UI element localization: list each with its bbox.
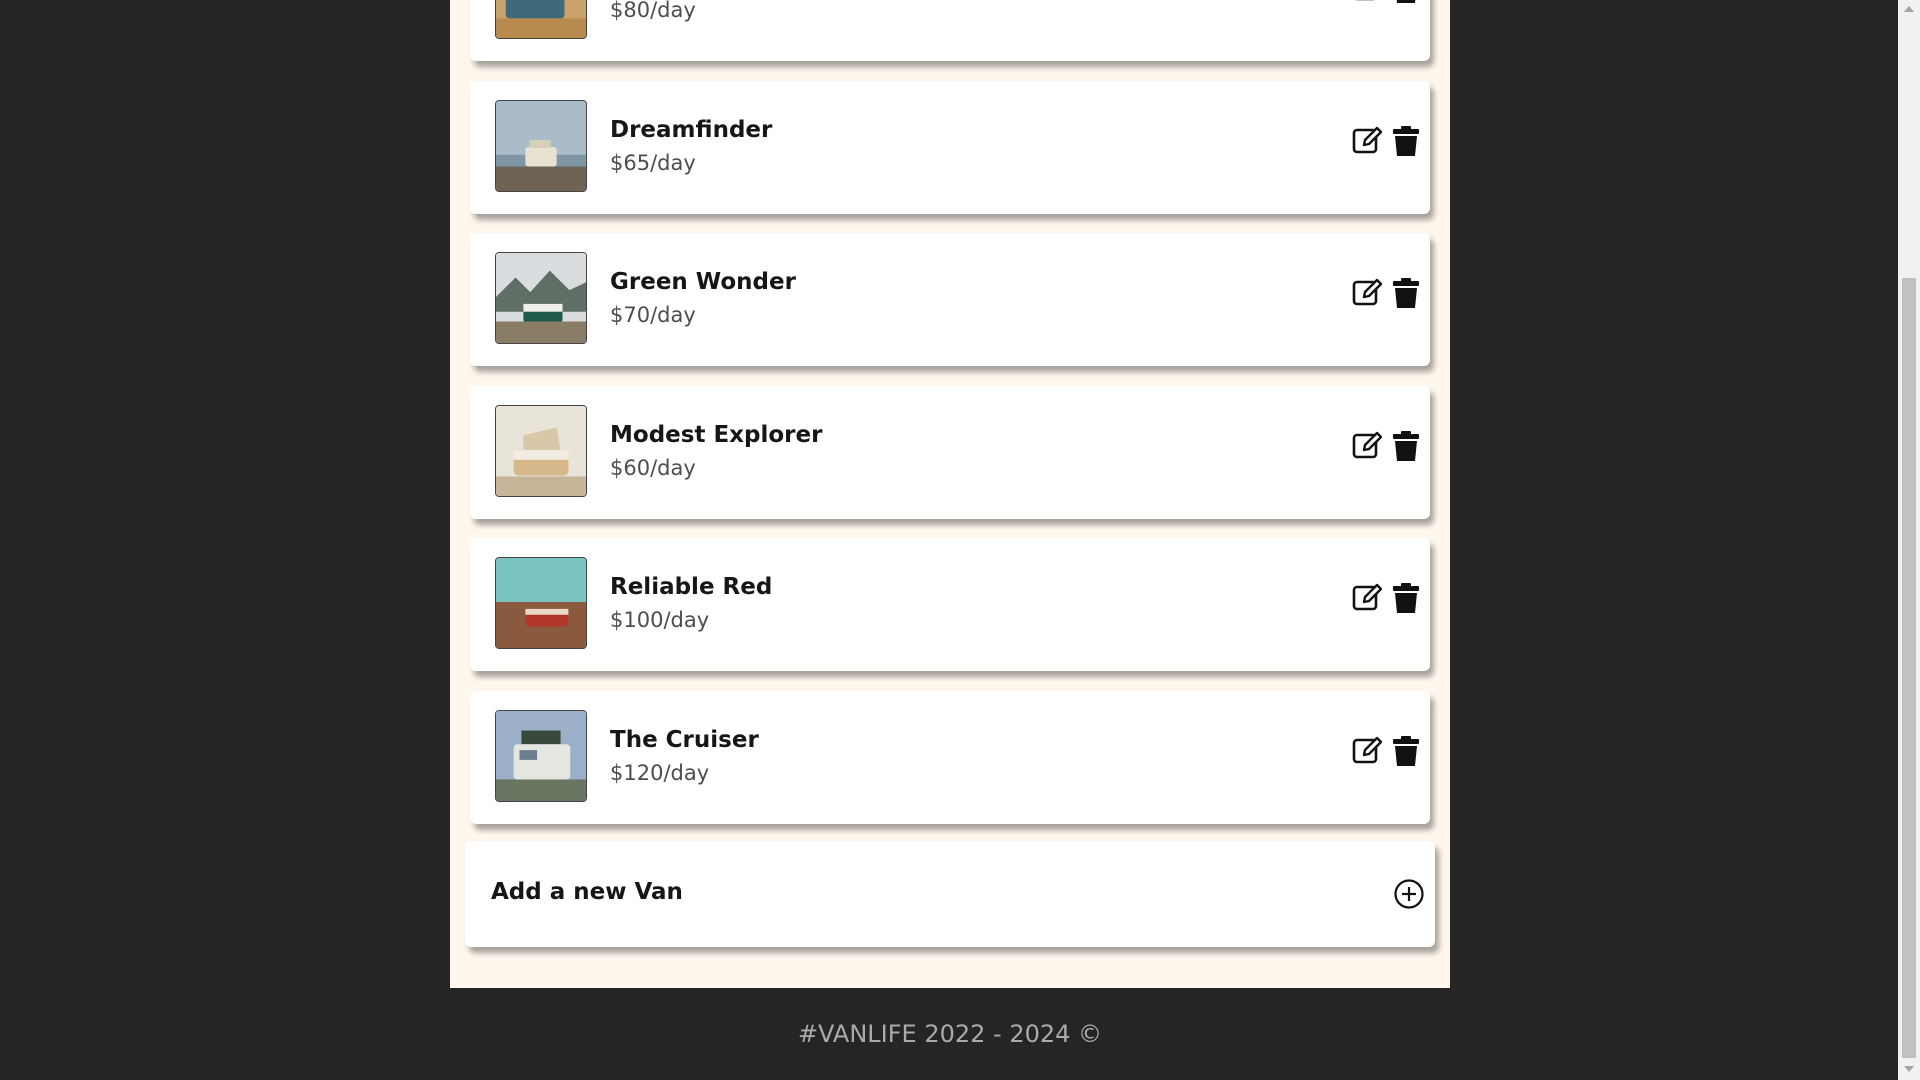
van-price: $60/day	[610, 456, 696, 480]
van-thumbnail	[495, 0, 587, 39]
vertical-scrollbar[interactable]	[1898, 0, 1920, 1080]
trash-icon[interactable]	[1392, 278, 1420, 308]
add-van-button[interactable]: Add a new Van	[465, 841, 1435, 947]
edit-icon[interactable]	[1352, 125, 1382, 155]
van-thumbnail	[495, 252, 587, 344]
edit-icon[interactable]	[1352, 582, 1382, 612]
van-card[interactable]: Reliable Red $100/day	[470, 538, 1430, 671]
van-actions	[1352, 430, 1422, 462]
trash-icon[interactable]	[1392, 0, 1420, 3]
van-price: $70/day	[610, 303, 696, 327]
trash-icon[interactable]	[1392, 126, 1420, 156]
van-card[interactable]: The Cruiser $120/day	[470, 691, 1430, 824]
van-actions	[1352, 277, 1422, 309]
van-price: $80/day	[610, 0, 696, 22]
footer-copyright: #VANLIFE 2022 - 2024 ©	[797, 1020, 1103, 1048]
edit-icon[interactable]	[1352, 277, 1382, 307]
trash-icon[interactable]	[1392, 431, 1420, 461]
van-actions	[1352, 0, 1422, 4]
van-actions	[1352, 582, 1422, 614]
scrollbar-thumb[interactable]	[1902, 278, 1916, 1058]
scroll-up-arrow-icon[interactable]	[1904, 6, 1914, 12]
add-van-label: Add a new Van	[491, 879, 683, 905]
van-thumbnail	[495, 100, 587, 192]
van-thumbnail	[495, 710, 587, 802]
van-thumbnail	[495, 405, 587, 497]
host-vans-page: $80/day Dreamfinder $65/day Green Wonder…	[450, 0, 1450, 988]
van-price: $120/day	[610, 761, 710, 785]
van-card[interactable]: $80/day	[470, 0, 1430, 61]
scroll-down-arrow-icon[interactable]	[1904, 1066, 1914, 1072]
van-card[interactable]: Green Wonder $70/day	[470, 233, 1430, 366]
van-card[interactable]: Modest Explorer $60/day	[470, 386, 1430, 519]
van-name: Modest Explorer	[610, 422, 823, 448]
van-actions	[1352, 735, 1422, 767]
van-name: Dreamfinder	[610, 117, 773, 143]
edit-icon[interactable]	[1352, 735, 1382, 765]
plus-circle-icon[interactable]	[1393, 878, 1425, 910]
van-card[interactable]: Dreamfinder $65/day	[470, 81, 1430, 214]
trash-icon[interactable]	[1392, 583, 1420, 613]
van-name: The Cruiser	[610, 727, 759, 753]
trash-icon[interactable]	[1392, 736, 1420, 766]
van-name: Green Wonder	[610, 269, 796, 295]
van-thumbnail	[495, 557, 587, 649]
van-price: $65/day	[610, 151, 696, 175]
van-price: $100/day	[610, 608, 710, 632]
van-name: Reliable Red	[610, 574, 773, 600]
van-actions	[1352, 125, 1422, 157]
edit-icon[interactable]	[1352, 0, 1382, 2]
footer: #VANLIFE 2022 - 2024 ©	[450, 988, 1450, 1080]
edit-icon[interactable]	[1352, 430, 1382, 460]
